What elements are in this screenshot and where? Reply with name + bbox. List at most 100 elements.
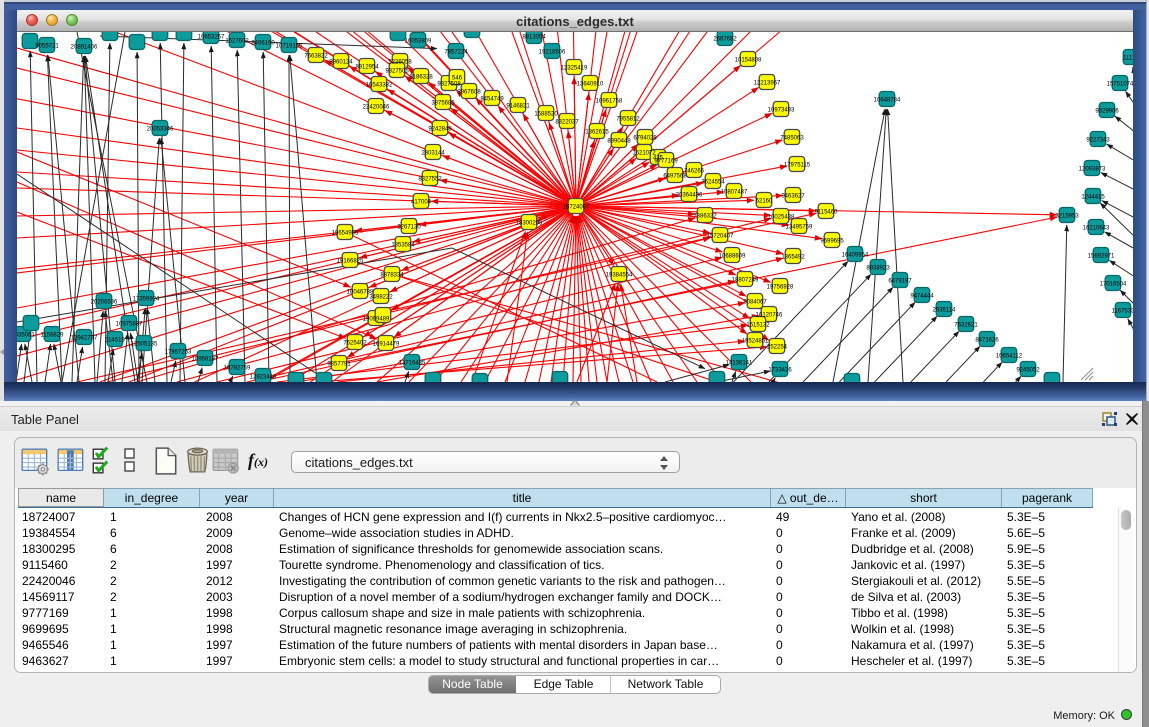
svg-text:9146821: 9146821 — [506, 103, 530, 109]
svg-text:16914479: 16914479 — [373, 341, 400, 347]
svg-text:12325419: 12325419 — [561, 65, 588, 71]
svg-text:2967608: 2967608 — [457, 89, 481, 95]
svg-text:10961758: 10961758 — [596, 98, 623, 104]
svg-text:9084067: 9084067 — [743, 299, 767, 305]
svg-text:1365492: 1365492 — [781, 254, 805, 260]
svg-text:9474444: 9474444 — [910, 293, 934, 299]
svg-text:2687682: 2687682 — [713, 36, 737, 42]
svg-text:62160: 62160 — [756, 198, 773, 204]
svg-text:14136141: 14136141 — [726, 360, 753, 366]
svg-text:10807487: 10807487 — [721, 189, 748, 195]
svg-text:8878334: 8878334 — [380, 272, 404, 278]
svg-text:10688609: 10688609 — [719, 253, 746, 259]
svg-text:12213967: 12213967 — [754, 80, 781, 86]
svg-text:10654112: 10654112 — [996, 353, 1023, 359]
svg-text:8466160: 8466160 — [251, 40, 275, 46]
svg-text:7857224: 7857224 — [444, 49, 468, 55]
svg-text:7386322: 7386322 — [693, 213, 717, 219]
svg-text:7625402: 7625402 — [343, 340, 367, 346]
svg-text:7955812: 7955812 — [616, 116, 640, 122]
svg-text:3498222: 3498222 — [369, 294, 393, 300]
svg-text:8454749: 8454749 — [480, 96, 504, 102]
svg-text:1244415: 1244415 — [1081, 194, 1105, 200]
svg-text:10973493: 10973493 — [768, 107, 795, 113]
svg-text:18300295: 18300295 — [516, 220, 543, 226]
svg-text:1353584: 1353584 — [391, 242, 415, 248]
svg-text:6479197: 6479197 — [888, 278, 912, 284]
svg-text:10154808: 10154808 — [735, 57, 762, 63]
svg-text:18807249: 18807249 — [732, 277, 759, 283]
svg-text:15720407: 15720407 — [707, 233, 734, 239]
svg-text:11125: 11125 — [1123, 55, 1133, 61]
svg-text:9327505: 9327505 — [385, 68, 409, 74]
svg-text:19166825: 19166825 — [337, 258, 364, 264]
svg-text:15692971: 15692971 — [1088, 253, 1115, 259]
svg-text:18724007: 18724007 — [563, 204, 590, 210]
svg-text:8471626: 8471626 — [975, 337, 999, 343]
svg-text:2803144: 2803144 — [421, 150, 445, 156]
svg-text:4835061: 4835061 — [17, 332, 35, 338]
svg-text:17359924: 17359924 — [133, 296, 160, 302]
svg-text:8186328: 8186328 — [409, 74, 433, 80]
svg-text:10719155: 10719155 — [276, 43, 303, 49]
svg-text:3624554: 3624554 — [701, 179, 725, 185]
svg-text:8990448: 8990448 — [607, 138, 631, 144]
svg-text:16210643: 16210643 — [1083, 225, 1110, 231]
svg-text:9055721: 9055721 — [35, 43, 59, 49]
svg-text:3267130: 3267130 — [397, 224, 421, 230]
svg-text:417004: 417004 — [411, 199, 432, 205]
svg-text:19099489: 19099489 — [363, 316, 390, 322]
svg-text:1167533: 1167533 — [1112, 308, 1133, 314]
svg-text:114519: 114519 — [105, 337, 125, 343]
svg-text:10975887: 10975887 — [116, 321, 143, 327]
svg-text:9242848: 9242848 — [428, 126, 452, 132]
svg-text:3875685: 3875685 — [431, 100, 455, 106]
svg-text:7485063: 7485063 — [780, 135, 804, 141]
svg-text:9245052: 9245052 — [1016, 367, 1040, 373]
svg-text:5226058: 5226058 — [388, 59, 412, 65]
svg-text:19384554: 19384554 — [606, 272, 633, 278]
svg-text:22420046: 22420046 — [363, 104, 390, 110]
svg-text:16409954: 16409954 — [842, 252, 869, 258]
svg-text:17957253: 17957253 — [165, 349, 192, 355]
svg-text:546: 546 — [452, 75, 463, 81]
svg-text:9329906: 9329906 — [1095, 108, 1119, 114]
svg-text:1588520: 1588520 — [534, 111, 558, 117]
svg-text:8322037: 8322037 — [555, 119, 579, 125]
svg-text:12093873: 12093873 — [1079, 166, 1106, 172]
svg-text:20891406: 20891406 — [71, 44, 98, 50]
svg-text:13640910: 13640910 — [577, 81, 604, 87]
svg-text:17975115: 17975115 — [784, 162, 811, 168]
svg-text:8912954: 8912954 — [355, 64, 379, 70]
svg-text:19524851: 19524851 — [742, 338, 769, 344]
svg-text:1527602: 1527602 — [225, 38, 249, 44]
svg-text:13716485: 13716485 — [399, 360, 426, 366]
svg-text:1733426: 1733426 — [768, 367, 792, 373]
svg-text:13495759: 13495759 — [786, 224, 813, 230]
svg-text:20053346: 20053346 — [147, 126, 174, 132]
svg-text:17016504: 17016504 — [1100, 281, 1127, 287]
svg-text:19756928: 19756928 — [767, 284, 794, 290]
svg-text:9857791: 9857791 — [327, 361, 351, 367]
svg-text:10958187: 10958187 — [192, 356, 219, 362]
svg-text:16120746: 16120746 — [756, 312, 783, 318]
svg-text:746266: 746266 — [684, 168, 705, 174]
svg-text:2935114: 2935114 — [933, 307, 957, 313]
svg-text:6794028: 6794028 — [633, 135, 657, 141]
svg-text:19218506: 19218506 — [539, 49, 566, 55]
svg-text:10025438: 10025438 — [768, 214, 795, 220]
svg-text:252254: 252254 — [767, 344, 788, 350]
svg-text:16543382: 16543382 — [366, 82, 393, 88]
svg-text:9699695: 9699695 — [820, 238, 844, 244]
svg-text:8960124: 8960124 — [329, 59, 353, 65]
svg-text:9227343: 9227343 — [1086, 137, 1110, 143]
svg-text:8938923: 8938923 — [866, 265, 890, 271]
svg-text:3215953: 3215953 — [1055, 213, 1079, 219]
svg-text:15751074: 15751074 — [1107, 81, 1133, 87]
svg-text:12923448: 12923448 — [250, 374, 277, 380]
svg-text:16782759: 16782759 — [224, 365, 251, 371]
svg-text:9777169: 9777169 — [654, 158, 678, 164]
svg-text:9115460: 9115460 — [815, 209, 839, 215]
svg-text:10648784: 10648784 — [874, 97, 901, 103]
svg-text:20206536: 20206536 — [91, 299, 118, 305]
